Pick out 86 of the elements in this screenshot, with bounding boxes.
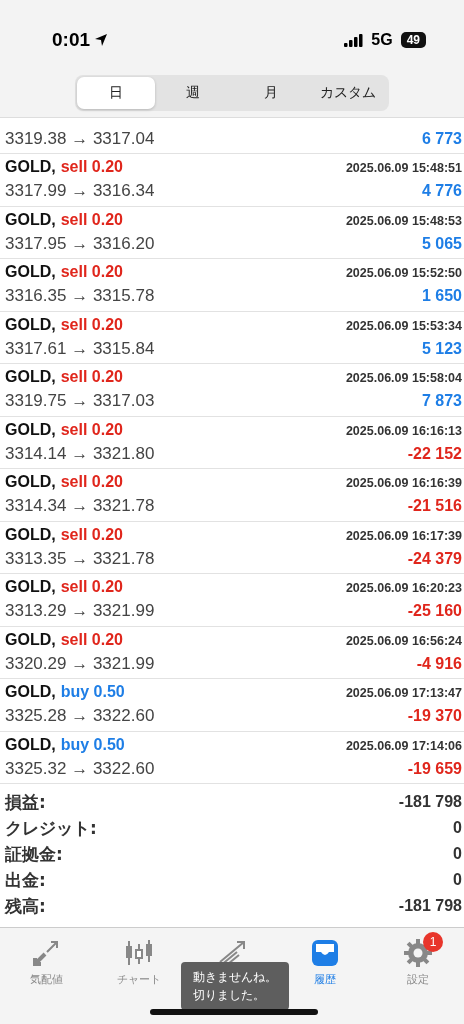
price-range: 3313.29 → 3321.99 bbox=[5, 601, 155, 622]
order-type: sell 0.20 bbox=[60, 630, 123, 649]
summary-value: -181 798 bbox=[398, 793, 462, 811]
profit-value: 5 065 bbox=[421, 234, 462, 253]
price-range: 3313.35 → 3321.78 bbox=[5, 548, 155, 569]
symbol-label: GOLD, bbox=[5, 210, 56, 229]
deal-time: 2025.06.09 15:48:51 bbox=[345, 161, 462, 176]
subtitle-toast: 動きませんね。 切りました。 bbox=[181, 962, 289, 1010]
symbol-label: GOLD, bbox=[5, 368, 56, 387]
order-type: buy 0.50 bbox=[60, 683, 125, 702]
battery-indicator: 49 bbox=[400, 32, 426, 48]
price-range: 3325.32 → 3322.60 bbox=[5, 758, 155, 779]
order-type: sell 0.20 bbox=[60, 210, 123, 229]
deal-time: 2025.06.09 17:13:47 bbox=[345, 686, 462, 701]
price-range: 3325.28 → 3322.60 bbox=[5, 706, 155, 727]
summary-label: 損益: bbox=[5, 790, 46, 814]
period-tab[interactable]: カスタム bbox=[309, 77, 387, 109]
profit-value: -22 152 bbox=[407, 444, 462, 463]
order-type: sell 0.20 bbox=[60, 420, 123, 439]
deal-time: 2025.06.09 16:20:23 bbox=[345, 581, 462, 596]
summary-label: 証拠金: bbox=[5, 842, 63, 866]
order-type: sell 0.20 bbox=[60, 263, 123, 282]
tab-bar-item[interactable]: 設定 1 bbox=[371, 928, 464, 989]
price-range: 3317.95 → 3316.20 bbox=[5, 233, 155, 254]
deal-time: 2025.06.09 16:16:13 bbox=[345, 423, 462, 438]
profit-value: -21 516 bbox=[407, 497, 462, 516]
clock-time: 0:01 bbox=[52, 29, 91, 51]
summary-label: 出金: bbox=[5, 868, 46, 892]
period-tab[interactable]: 月 bbox=[232, 77, 310, 109]
deal-time: 2025.06.09 16:16:39 bbox=[345, 476, 462, 491]
summary-value: 0 bbox=[453, 845, 462, 863]
summary-value: 0 bbox=[453, 819, 462, 837]
price-range: 3320.29 → 3321.99 bbox=[5, 653, 155, 674]
price-range: 3317.61 → 3315.84 bbox=[5, 338, 155, 359]
price-range: 3316.35 → 3315.78 bbox=[5, 286, 155, 307]
profit-value: 6 773 bbox=[421, 130, 462, 148]
price-range: 3319.75 → 3317.03 bbox=[5, 391, 155, 412]
profit-value: 7 873 bbox=[421, 392, 462, 411]
deal-time: 2025.06.09 15:53:34 bbox=[345, 318, 462, 333]
symbol-label: GOLD, bbox=[5, 473, 56, 492]
inbox-icon bbox=[309, 938, 340, 968]
symbol-label: GOLD, bbox=[5, 158, 56, 177]
deal-time: 2025.06.09 15:48:53 bbox=[345, 213, 462, 228]
profit-value: -25 160 bbox=[407, 602, 462, 621]
deal-time: 2025.06.09 16:56:24 bbox=[345, 633, 462, 648]
order-type: sell 0.20 bbox=[60, 315, 123, 334]
symbol-label: GOLD, bbox=[5, 630, 56, 649]
profit-value: -24 379 bbox=[407, 549, 462, 568]
location-arrow-icon bbox=[94, 33, 109, 47]
profit-value: -19 659 bbox=[407, 759, 462, 778]
summary-label: 残高: bbox=[5, 894, 46, 918]
period-tab[interactable]: 週 bbox=[154, 77, 232, 109]
profit-value: 1 650 bbox=[421, 287, 462, 306]
symbol-label: GOLD, bbox=[5, 525, 56, 544]
symbol-label: GOLD, bbox=[5, 420, 56, 439]
symbol-label: GOLD, bbox=[5, 683, 56, 702]
period-tab[interactable]: 日 bbox=[77, 77, 155, 109]
order-type: sell 0.20 bbox=[60, 158, 123, 177]
summary-label: クレジット: bbox=[5, 816, 97, 840]
order-type: sell 0.20 bbox=[60, 525, 123, 544]
order-type: buy 0.50 bbox=[60, 735, 125, 754]
deal-time: 2025.06.09 15:52:50 bbox=[345, 266, 462, 281]
price-range: 3314.14 → 3321.80 bbox=[5, 443, 155, 464]
profit-value: -4 916 bbox=[416, 654, 462, 673]
summary-value: -181 798 bbox=[398, 897, 462, 915]
symbol-label: GOLD, bbox=[5, 263, 56, 282]
notification-badge: 1 bbox=[423, 932, 444, 952]
signal-icon bbox=[344, 33, 365, 47]
symbol-label: GOLD, bbox=[5, 735, 56, 754]
price-range: 3314.34 → 3321.78 bbox=[5, 496, 155, 517]
network-type: 5G bbox=[371, 31, 393, 49]
order-type: sell 0.20 bbox=[60, 473, 123, 492]
deal-time: 2025.06.09 15:58:04 bbox=[345, 371, 462, 386]
symbol-label: GOLD, bbox=[5, 578, 56, 597]
candlestick-icon bbox=[124, 938, 155, 968]
deal-time: 2025.06.09 16:17:39 bbox=[345, 528, 462, 543]
profit-value: -19 370 bbox=[407, 707, 462, 726]
summary-value: 0 bbox=[453, 871, 462, 889]
deal-time: 2025.06.09 17:14:06 bbox=[345, 738, 462, 753]
profit-value: 4 776 bbox=[421, 182, 462, 201]
price-range: 3317.99 → 3316.34 bbox=[5, 181, 155, 202]
profit-value: 5 123 bbox=[421, 339, 462, 358]
order-type: sell 0.20 bbox=[60, 368, 123, 387]
symbol-label: GOLD, bbox=[5, 315, 56, 334]
order-type: sell 0.20 bbox=[60, 578, 123, 597]
price-range: 3319.38 → 3317.04 bbox=[5, 129, 155, 149]
